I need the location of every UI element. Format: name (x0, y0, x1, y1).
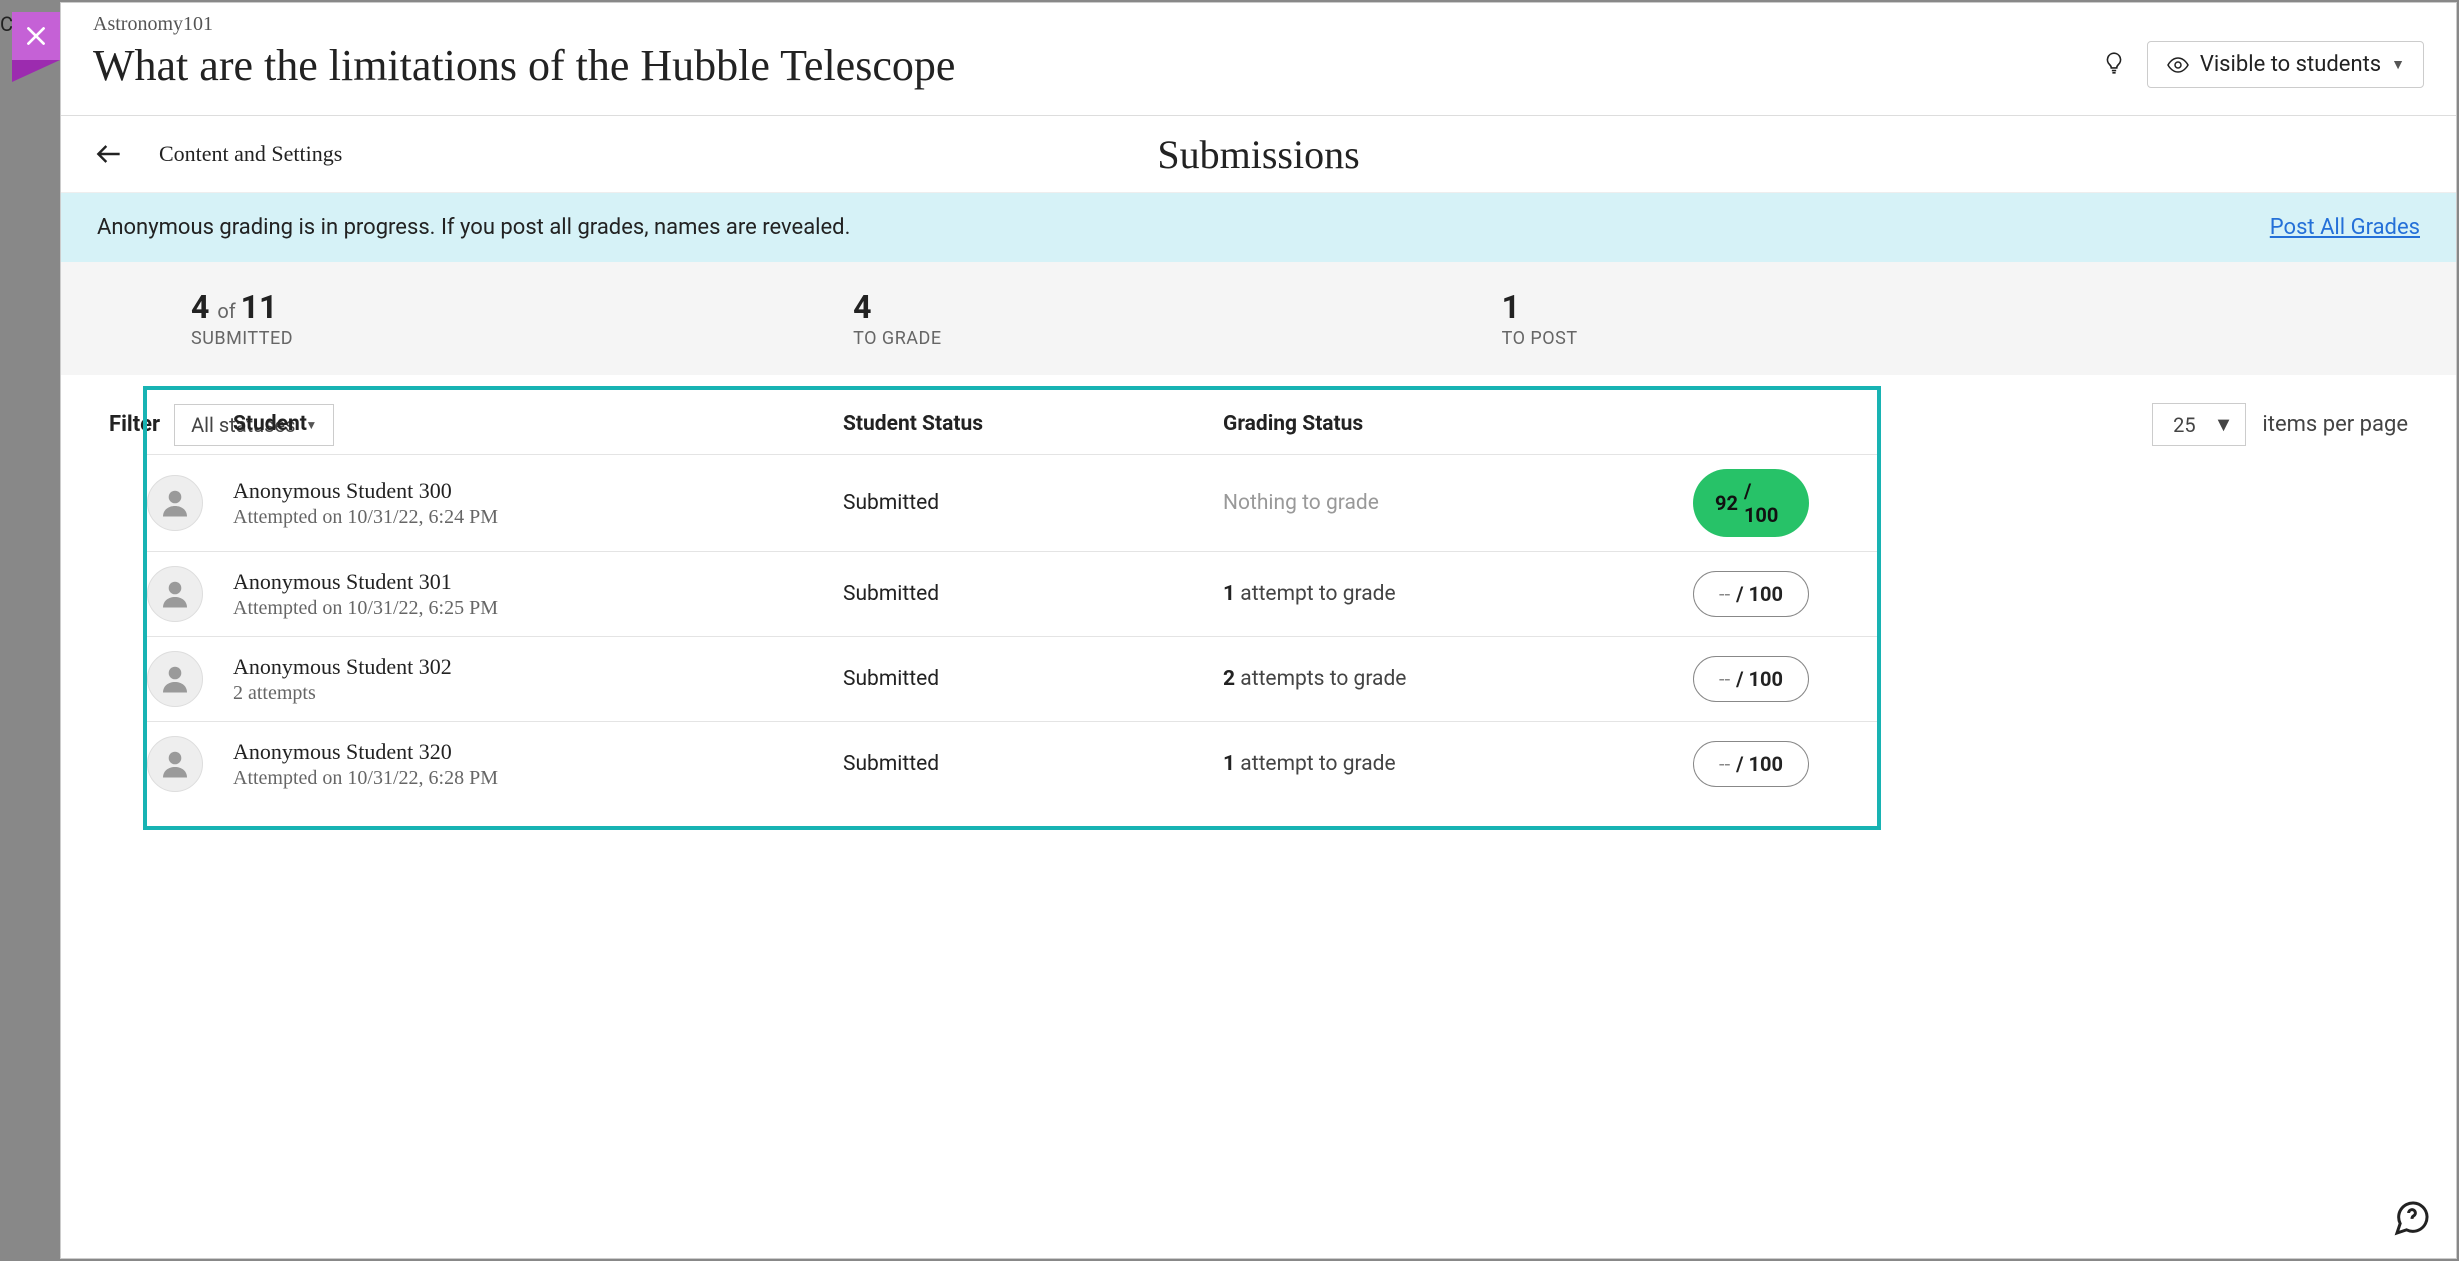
grading-text: attempt to grade (1235, 752, 1396, 776)
table-row[interactable]: Anonymous Student 301Attempted on 10/31/… (147, 551, 1877, 636)
col-grading-status: Grading Status (1223, 412, 1693, 436)
stat-submitted: 4 of 11 SUBMITTED (191, 288, 293, 349)
submitted-label: SUBMITTED (191, 328, 293, 349)
student-status: Submitted (843, 491, 1223, 515)
score-value: 92 (1715, 491, 1738, 515)
student-subtext: Attempted on 10/31/22, 6:25 PM (233, 597, 843, 620)
grade-pill[interactable]: 92 / 100 (1693, 469, 1809, 537)
arrow-left-icon (93, 138, 125, 170)
table-header: Student Student Status Grading Status (147, 390, 1877, 454)
submissions-table: Student Student Status Grading Status An… (61, 372, 2456, 830)
page-title: Submissions (1157, 131, 1359, 178)
to-grade-label: TO GRADE (853, 328, 941, 349)
post-all-grades-link[interactable]: Post All Grades (2270, 215, 2420, 240)
grade-pill[interactable]: -- / 100 (1693, 571, 1809, 617)
person-icon (157, 661, 193, 697)
col-student-status: Student Status (843, 412, 1223, 436)
grading-status: 1 attempt to grade (1223, 582, 1693, 606)
score-value: -- (1719, 582, 1730, 606)
student-name: Anonymous Student 300 (233, 478, 843, 504)
student-name: Anonymous Student 320 (233, 739, 843, 765)
student-status: Submitted (843, 582, 1223, 606)
stats-bar: 4 of 11 SUBMITTED 4 TO GRADE 1 TO POST (61, 262, 2456, 375)
avatar (147, 736, 203, 792)
score-value: -- (1719, 667, 1730, 691)
grading-count: 2 (1223, 667, 1235, 691)
score-value: -- (1719, 752, 1730, 776)
stat-to-post: 1 TO POST (1502, 288, 1578, 349)
score-suffix: / 100 (1736, 752, 1783, 776)
student-status: Submitted (843, 667, 1223, 691)
grade-pill[interactable]: -- / 100 (1693, 656, 1809, 702)
score-suffix: / 100 (1736, 582, 1783, 606)
table-row[interactable]: Anonymous Student 320Attempted on 10/31/… (147, 721, 1877, 806)
avatar (147, 651, 203, 707)
avatar (147, 475, 203, 531)
back-label: Content and Settings (159, 141, 342, 167)
person-icon (157, 485, 193, 521)
grade-pill[interactable]: -- / 100 (1693, 741, 1809, 787)
person-icon (157, 746, 193, 782)
close-tab-decoration (12, 60, 60, 82)
assignment-title: What are the limitations of the Hubble T… (93, 40, 2101, 91)
submissions-panel: Astronomy101 What are the limitations of… (60, 2, 2457, 1259)
course-name: Astronomy101 (93, 13, 2101, 36)
close-panel-button[interactable] (12, 12, 60, 60)
panel-header: Astronomy101 What are the limitations of… (61, 3, 2456, 116)
table-row[interactable]: Anonymous Student 3022 attemptsSubmitted… (147, 636, 1877, 721)
student-status: Submitted (843, 752, 1223, 776)
help-button[interactable] (2392, 1198, 2432, 1242)
student-subtext: Attempted on 10/31/22, 6:28 PM (233, 767, 843, 790)
student-name: Anonymous Student 301 (233, 569, 843, 595)
stat-to-grade: 4 TO GRADE (853, 288, 941, 349)
col-student: Student (233, 412, 843, 436)
student-name: Anonymous Student 302 (233, 654, 843, 680)
banner-message: Anonymous grading is in progress. If you… (97, 215, 850, 240)
anonymous-grading-banner: Anonymous grading is in progress. If you… (61, 193, 2456, 262)
to-post-label: TO POST (1502, 328, 1578, 349)
grading-status: Nothing to grade (1223, 491, 1693, 515)
lightbulb-icon (2101, 50, 2127, 76)
score-suffix: / 100 (1736, 667, 1783, 691)
highlight-box: Student Student Status Grading Status An… (143, 386, 1881, 830)
hint-button[interactable] (2101, 50, 2127, 80)
submitted-count: 4 (191, 288, 209, 326)
eye-icon (2166, 53, 2190, 77)
caret-down-icon: ▼ (2391, 56, 2405, 73)
grading-text: Nothing to grade (1223, 491, 1379, 515)
grading-count: 1 (1223, 752, 1235, 776)
avatar (147, 566, 203, 622)
grading-text: attempts to grade (1235, 667, 1406, 691)
to-post-count: 1 (1502, 288, 1578, 326)
subheader: Content and Settings Submissions (61, 116, 2456, 193)
close-icon (23, 23, 49, 49)
visibility-label: Visible to students (2200, 52, 2381, 77)
grading-count: 1 (1223, 582, 1235, 606)
student-subtext: 2 attempts (233, 682, 843, 705)
submitted-total: 11 (241, 288, 278, 326)
submitted-of: of (217, 299, 240, 323)
visibility-dropdown[interactable]: Visible to students ▼ (2147, 41, 2424, 88)
person-icon (157, 576, 193, 612)
grading-text: attempt to grade (1235, 582, 1396, 606)
student-subtext: Attempted on 10/31/22, 6:24 PM (233, 506, 843, 529)
table-row[interactable]: Anonymous Student 300Attempted on 10/31/… (147, 454, 1877, 551)
grading-status: 2 attempts to grade (1223, 667, 1693, 691)
back-to-content-button[interactable]: Content and Settings (93, 138, 342, 170)
score-suffix: / 100 (1744, 479, 1787, 527)
to-grade-count: 4 (853, 288, 941, 326)
help-icon (2392, 1198, 2432, 1238)
grading-status: 1 attempt to grade (1223, 752, 1693, 776)
